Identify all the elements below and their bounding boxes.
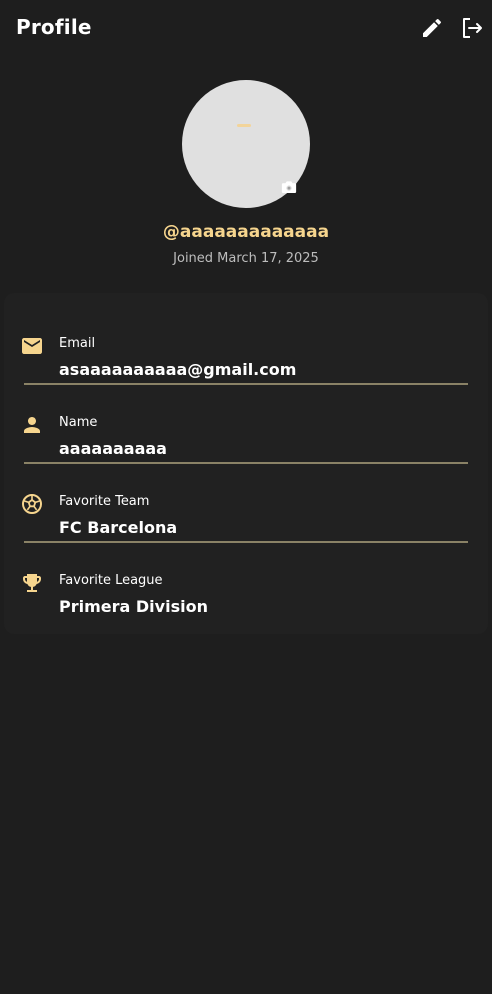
email-label: Email: [59, 336, 96, 351]
trophy-icon: [23, 574, 41, 592]
username: @aaaaaaaaaaaaa: [162, 222, 330, 242]
email-icon: [22, 338, 42, 354]
name-label: Name: [59, 415, 98, 430]
info-row-name: Name aaaaaaaaaa: [20, 385, 464, 464]
camera-icon: [281, 181, 297, 193]
edit-button[interactable]: [420, 16, 444, 40]
info-row-favorite-team: Favorite Team FC Barcelona: [20, 464, 464, 543]
avatar[interactable]: [182, 80, 310, 208]
name-value: aaaaaaaaaa: [59, 439, 167, 458]
joined-date: Joined March 17, 2025: [173, 251, 319, 266]
pencil-icon: [423, 18, 442, 37]
logout-icon: [463, 18, 482, 38]
favorite-team-value: FC Barcelona: [59, 518, 178, 537]
favorite-league-value: Primera Division: [59, 597, 208, 616]
email-value: asaaaaaaaaaa@gmail.com: [59, 360, 297, 379]
soccer-ball-icon: [22, 494, 42, 514]
change-photo-button[interactable]: [280, 178, 298, 196]
favorite-league-label: Favorite League: [59, 573, 163, 588]
info-row-email: Email asaaaaaaaaaa@gmail.com: [20, 306, 464, 385]
favorite-team-label: Favorite Team: [59, 494, 150, 509]
info-row-favorite-league: Favorite League Primera Division: [20, 543, 464, 622]
person-icon: [24, 417, 40, 433]
logout-button[interactable]: [460, 16, 484, 40]
app-bar: Profile: [0, 0, 492, 56]
page-title: Profile: [16, 15, 92, 39]
avatar-placeholder-mark: [237, 124, 251, 127]
